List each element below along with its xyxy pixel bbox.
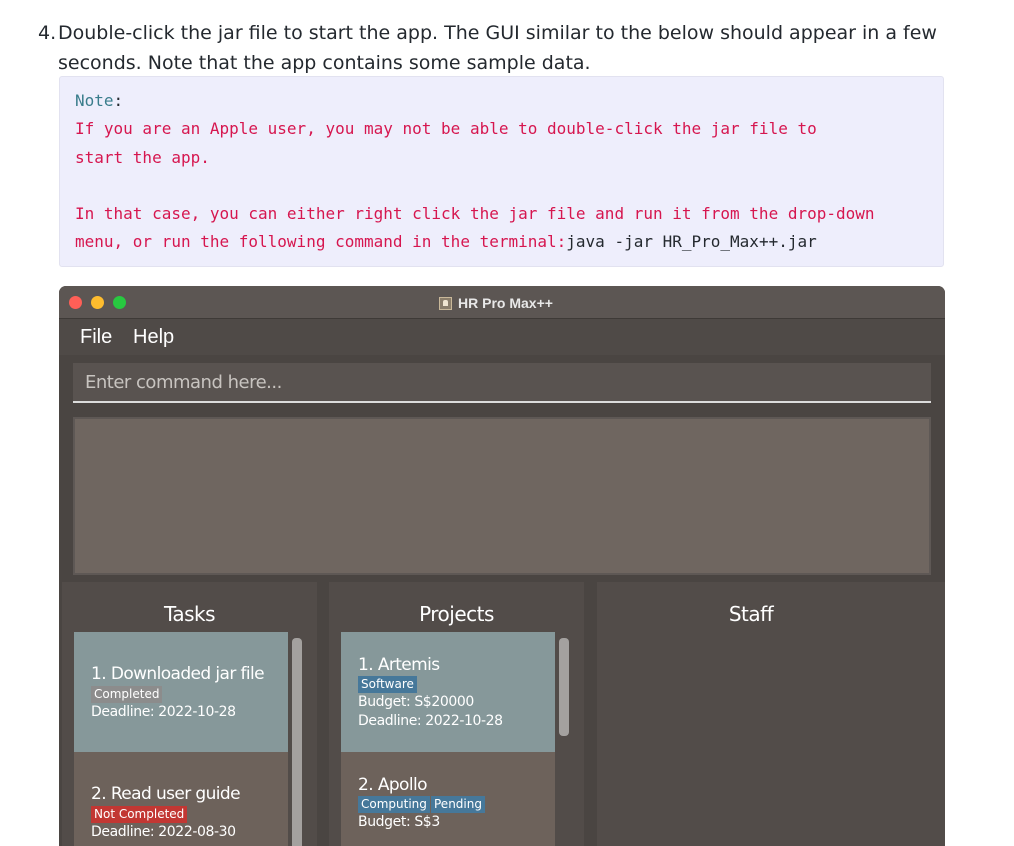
note-command: java -jar HR_Pro_Max++.jar <box>566 232 817 251</box>
window-title-group: HR Pro Max++ <box>439 294 553 312</box>
note-colon: : <box>113 91 124 110</box>
title-bar[interactable]: HR Pro Max++ <box>59 286 945 319</box>
task-title: 1. Downloaded jar file <box>91 664 265 684</box>
project-tag: Pending <box>431 796 485 813</box>
task-card[interactable]: 2. Read user guide Not Completed Deadlin… <box>74 752 288 846</box>
project-card[interactable]: 2. Apollo Computing Pending Budget: S$3 <box>341 752 555 846</box>
task-deadline: Deadline: 2022-10-28 <box>91 704 236 720</box>
project-tag: Computing <box>358 796 430 813</box>
instruction-line-1: Double-click the jar file to start the a… <box>58 22 937 44</box>
close-button[interactable] <box>69 296 82 309</box>
projects-header: Projects <box>419 602 494 626</box>
note-line-4: menu, or run the following command in th… <box>75 232 817 251</box>
projects-panel: Projects 1. Artemis Software Budget: S$2… <box>329 582 584 846</box>
window-title: HR Pro Max++ <box>458 295 553 311</box>
task-status-badge: Completed <box>91 686 163 703</box>
staff-panel: Staff <box>597 582 945 846</box>
project-title: 2. Apollo <box>358 775 428 795</box>
note-header: Note: <box>75 91 123 110</box>
command-box <box>73 363 931 403</box>
task-card[interactable]: 1. Downloaded jar file Completed Deadlin… <box>74 632 288 752</box>
app-window: HR Pro Max++ File Help Tasks 1. Download… <box>59 286 945 846</box>
tasks-scrollbar[interactable] <box>292 638 302 846</box>
staff-header: Staff <box>728 602 774 626</box>
project-deadline: Deadline: 2022-10-28 <box>358 713 503 729</box>
project-tag: Software <box>358 676 417 693</box>
instruction-line-2: seconds. Note that the app contains some… <box>58 52 591 74</box>
project-title: 1. Artemis <box>358 655 440 675</box>
tasks-panel: Tasks 1. Downloaded jar file Completed D… <box>62 582 317 846</box>
note-label: Note <box>75 91 114 110</box>
note-box: Note: If you are an Apple user, you may … <box>59 76 944 267</box>
project-budget: Budget: S$3 <box>358 814 440 830</box>
task-status-badge: Not Completed <box>91 806 188 823</box>
note-line-3: In that case, you can either right click… <box>75 204 875 223</box>
menu-help[interactable]: Help <box>133 326 174 349</box>
menu-file[interactable]: File <box>80 326 112 349</box>
zoom-button[interactable] <box>113 296 126 309</box>
minimize-button[interactable] <box>91 296 104 309</box>
app-icon <box>439 296 452 310</box>
note-line-1: If you are an Apple user, you may not be… <box>75 119 817 138</box>
step-number: 4. <box>38 22 57 44</box>
command-input[interactable] <box>73 363 931 401</box>
project-card[interactable]: 1. Artemis Software Budget: S$20000 Dead… <box>341 632 555 752</box>
task-deadline: Deadline: 2022-08-30 <box>91 824 236 840</box>
task-title: 2. Read user guide <box>91 784 241 804</box>
tasks-header: Tasks <box>163 602 216 626</box>
note-line-2: start the app. <box>75 148 210 167</box>
note-line-4-prefix: menu, or run the following command in th… <box>75 232 567 251</box>
result-display <box>73 417 931 575</box>
projects-scrollbar[interactable] <box>559 638 569 736</box>
menu-bar: File Help <box>59 319 945 355</box>
project-budget: Budget: S$20000 <box>358 694 474 710</box>
